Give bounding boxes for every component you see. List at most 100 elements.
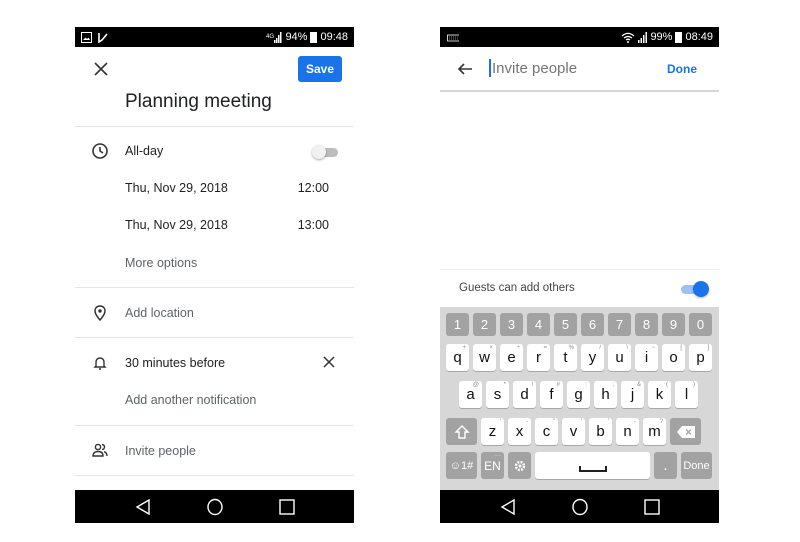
key-a[interactable]: a @ — [459, 381, 482, 408]
more-options-link[interactable]: More options — [125, 256, 197, 270]
key-hint: + — [462, 345, 466, 351]
text-cursor — [489, 59, 491, 77]
battery-percent: 99% — [650, 31, 673, 43]
key-g[interactable]: g: — [567, 381, 590, 408]
key-k[interactable]: k( — [648, 381, 671, 408]
close-icon[interactable] — [91, 59, 111, 79]
key-label: s — [493, 386, 502, 403]
space-icon — [578, 465, 607, 472]
key-label: k — [655, 386, 664, 403]
key-e[interactable]: e ÷ — [500, 344, 523, 371]
key-1[interactable]: 1 — [446, 313, 469, 336]
backspace-icon — [676, 425, 695, 438]
svg-text:4G: 4G — [266, 34, 274, 40]
key-label: 5 — [561, 317, 570, 332]
battery-icon — [310, 31, 318, 43]
key-u[interactable]: u \ — [608, 344, 631, 371]
key-n[interactable]: n- — [616, 418, 639, 445]
invite-search-input[interactable]: Invite people — [489, 59, 577, 77]
key-label: z — [488, 423, 497, 440]
key-hint: ' — [607, 419, 609, 425]
space-key[interactable] — [535, 452, 650, 479]
add-location-field[interactable]: Add location — [125, 306, 194, 320]
key-b[interactable]: b ' — [589, 418, 612, 445]
guests-option-toggle[interactable] — [681, 281, 709, 297]
key-label: h — [601, 386, 610, 403]
key-6[interactable]: 6 — [581, 313, 604, 336]
key-x[interactable]: x- — [508, 418, 531, 445]
bell-icon — [93, 357, 107, 370]
key-hint: − — [651, 345, 655, 351]
key-0[interactable]: 0 — [689, 313, 712, 336]
key-label: x — [515, 423, 524, 440]
4g-signal-icon: 4G — [266, 31, 282, 43]
end-date[interactable]: Thu, Nov 29, 2018 — [125, 218, 228, 232]
key-label: o — [669, 349, 678, 366]
key-l[interactable]: l) — [675, 381, 698, 408]
nav-recents-icon[interactable] — [643, 498, 660, 515]
key-w[interactable]: w × — [473, 344, 496, 371]
notification-value[interactable]: 30 minutes before — [125, 356, 225, 370]
key-4[interactable]: 4 — [527, 313, 550, 336]
key-q[interactable]: q + — [446, 344, 469, 371]
key-5[interactable]: 5 — [554, 313, 577, 336]
start-time[interactable]: 12:00 — [298, 181, 329, 195]
key-hint: ? — [659, 419, 663, 425]
back-arrow-icon[interactable] — [456, 60, 474, 78]
key-2[interactable]: 2 — [473, 313, 496, 336]
key-hint: : — [585, 382, 587, 388]
key-j[interactable]: j & — [621, 381, 644, 408]
onscreen-keyboard: 1234567890 q + w × e ÷ r = t% y / u \ i − o[p] a @ s * d! f #… — [440, 307, 719, 490]
key-p[interactable]: p] — [689, 344, 712, 371]
backspace-key[interactable] — [670, 418, 701, 445]
key-label: 7 — [615, 317, 624, 332]
shift-key[interactable] — [446, 418, 477, 445]
key-7[interactable]: 7 — [608, 313, 631, 336]
key-9[interactable]: 9 — [662, 313, 685, 336]
all-day-label: All-day — [125, 144, 164, 158]
done-button[interactable]: Done — [667, 62, 697, 76]
key-o[interactable]: o[ — [662, 344, 685, 371]
key-8[interactable]: 8 — [635, 313, 658, 336]
key-d[interactable]: d! — [513, 381, 536, 408]
divider — [75, 337, 354, 338]
symbols-key[interactable]: ☺1# — [446, 452, 477, 479]
key-label: b — [596, 423, 605, 440]
key-y[interactable]: y / — [581, 344, 604, 371]
remove-notification-icon[interactable] — [322, 355, 336, 369]
nav-back-icon[interactable] — [500, 498, 516, 516]
keyboard-done-key[interactable]: Done — [681, 452, 712, 479]
key-3[interactable]: 3 — [500, 313, 523, 336]
key-h[interactable]: h; — [594, 381, 617, 408]
key-t[interactable]: t% — [554, 344, 577, 371]
key-s[interactable]: s * — [486, 381, 509, 408]
settings-key[interactable] — [508, 452, 531, 479]
key-z[interactable]: z ' — [481, 418, 504, 445]
nav-recents-icon[interactable] — [278, 498, 295, 515]
key-c[interactable]: c " — [535, 418, 558, 445]
nav-home-icon[interactable] — [206, 498, 224, 516]
key-hint: ] — [707, 345, 709, 351]
end-time[interactable]: 13:00 — [298, 218, 329, 232]
key-m[interactable]: m? — [643, 418, 666, 445]
invite-people-field[interactable]: Invite people — [125, 444, 196, 458]
key-label: l — [684, 386, 689, 403]
key-v[interactable]: v ' — [562, 418, 585, 445]
key-f[interactable]: f # — [540, 381, 563, 408]
nav-back-icon[interactable] — [135, 498, 151, 516]
key-label: p — [696, 349, 705, 366]
all-day-toggle[interactable] — [312, 145, 340, 159]
language-label: EN — [484, 458, 501, 473]
nav-home-icon[interactable] — [571, 498, 589, 516]
event-title[interactable]: Planning meeting — [125, 91, 272, 113]
key-label: 4 — [534, 317, 543, 332]
key-r[interactable]: r = — [527, 344, 550, 371]
guests-can-add-others-row: Guests can add others — [440, 269, 719, 307]
start-date[interactable]: Thu, Nov 29, 2018 — [125, 181, 228, 195]
language-key[interactable]: EN ··· — [481, 452, 504, 479]
key-label: 8 — [642, 317, 651, 332]
add-notification-link[interactable]: Add another notification — [125, 393, 256, 407]
save-button[interactable]: Save — [298, 56, 342, 82]
key-i[interactable]: i − — [635, 344, 658, 371]
period-key[interactable]: . — [654, 452, 677, 479]
